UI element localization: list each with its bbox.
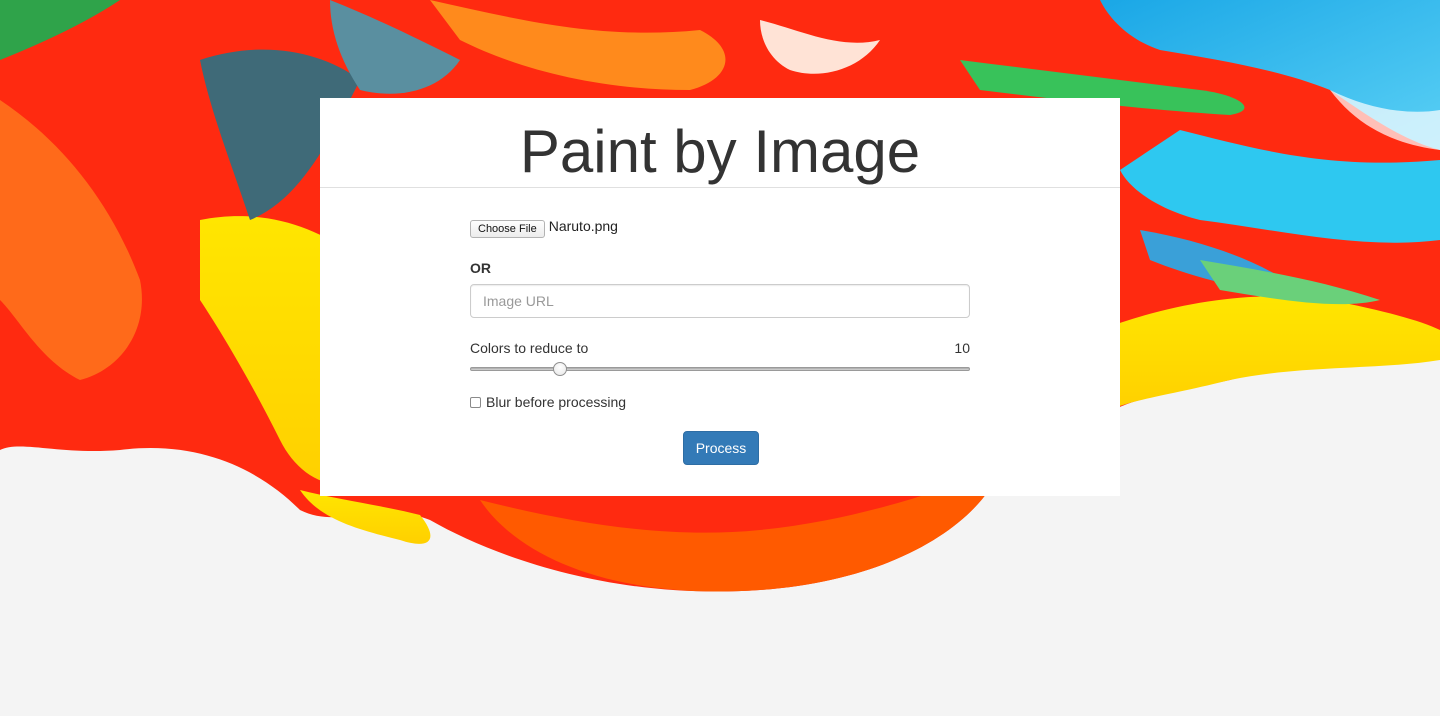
page-title: Paint by Image bbox=[519, 118, 921, 185]
selected-file-name: Naruto.png bbox=[548, 218, 618, 234]
slider-track[interactable] bbox=[470, 367, 970, 371]
blur-checkbox[interactable] bbox=[470, 396, 481, 408]
main-card: Paint by Image Choose File Naruto.png OR… bbox=[320, 98, 1120, 496]
file-picker: Choose File Naruto.png bbox=[470, 218, 618, 239]
image-url-input[interactable] bbox=[470, 284, 970, 318]
slider-thumb[interactable] bbox=[553, 362, 567, 376]
choose-file-button[interactable]: Choose File bbox=[470, 220, 545, 238]
colors-slider-value: 10 bbox=[954, 340, 970, 356]
blur-option[interactable]: Blur before processing bbox=[470, 394, 626, 410]
colors-slider[interactable] bbox=[470, 362, 970, 376]
or-label: OR bbox=[470, 260, 491, 276]
colors-slider-label: Colors to reduce to bbox=[470, 340, 589, 356]
blur-checkbox-label[interactable]: Blur before processing bbox=[486, 394, 626, 410]
card-header: Paint by Image bbox=[320, 98, 1120, 188]
process-button[interactable]: Process bbox=[683, 431, 759, 465]
